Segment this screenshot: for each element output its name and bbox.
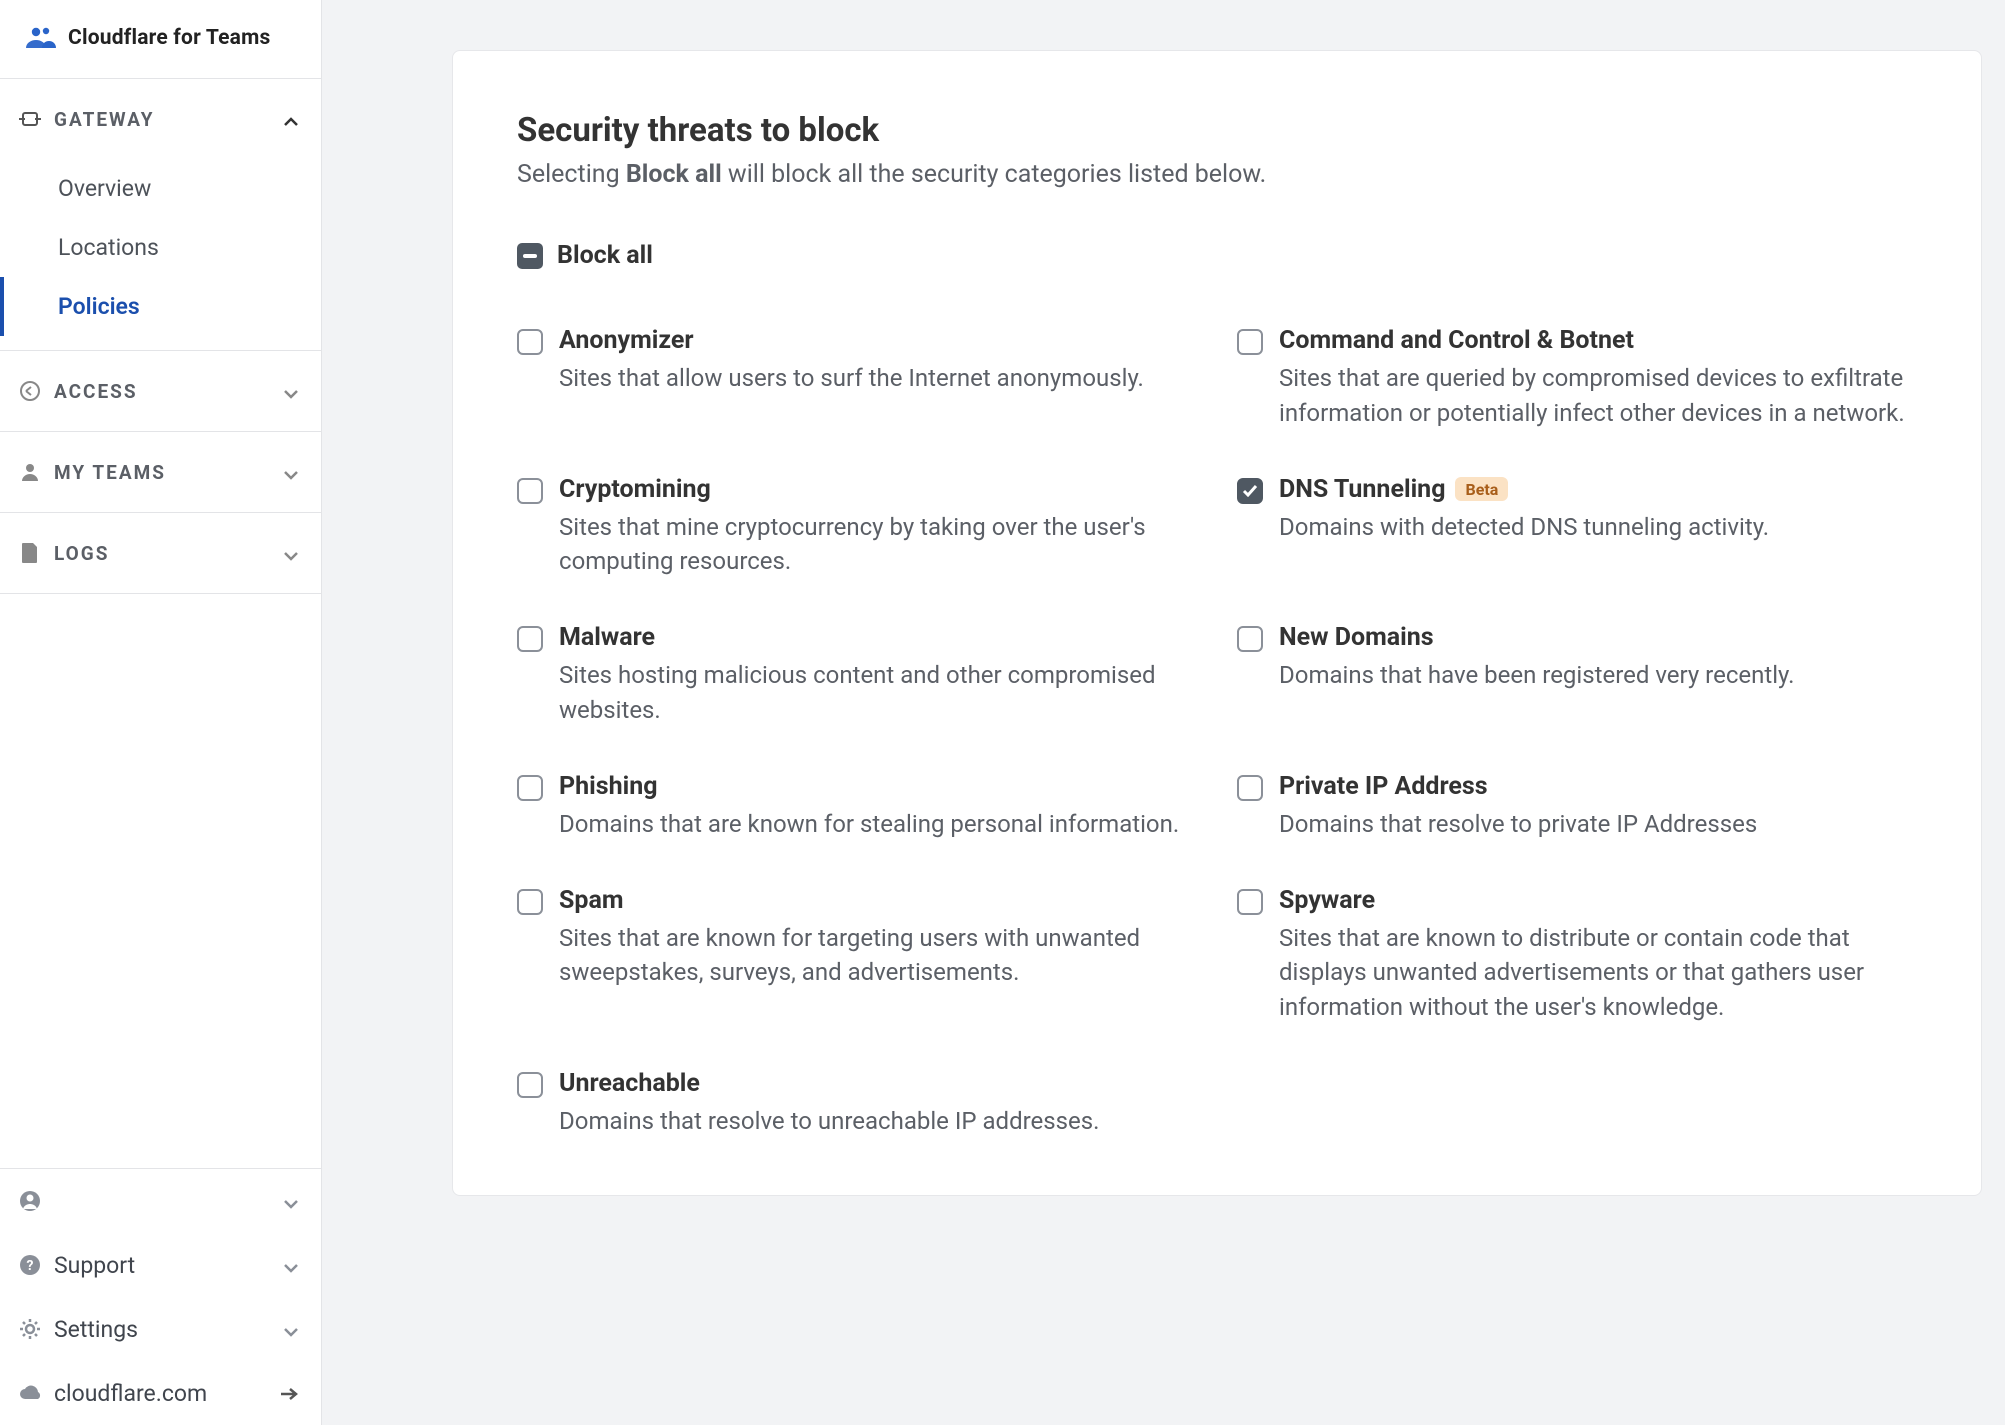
- threat-title: Unreachable: [559, 1069, 700, 1098]
- threat-title: Private IP Address: [1279, 772, 1488, 801]
- footer-support-label: Support: [54, 1252, 283, 1279]
- gateway-icon: [16, 109, 44, 129]
- checkbox-phishing[interactable]: [517, 775, 543, 801]
- checkbox-indeterminate-icon[interactable]: [517, 243, 543, 269]
- threat-desc: Domains that resolve to private IP Addre…: [1279, 807, 1917, 842]
- threat-spyware: Spyware Sites that are known to distribu…: [1237, 886, 1917, 1025]
- sidebar-footer: ? Support Settings cloudflare.com: [0, 1168, 321, 1425]
- threat-desc: Sites that are known for targeting users…: [559, 921, 1197, 991]
- sidebar-item-locations[interactable]: Locations: [0, 218, 321, 277]
- person-icon: [16, 462, 44, 482]
- sidebar-item-overview[interactable]: Overview: [0, 159, 321, 218]
- arrow-right-icon: [279, 1379, 299, 1407]
- nav-label-logs: Logs: [54, 542, 283, 565]
- footer-cloudflare-link[interactable]: cloudflare.com: [0, 1361, 321, 1425]
- beta-badge: Beta: [1455, 477, 1508, 501]
- threat-title: Anonymizer: [559, 326, 694, 355]
- threat-desc: Sites that are queried by compromised de…: [1279, 361, 1917, 431]
- chevron-down-icon: [283, 1251, 299, 1279]
- threat-title: Command and Control & Botnet: [1279, 326, 1634, 355]
- threat-desc: Domains that resolve to unreachable IP a…: [559, 1104, 1197, 1139]
- nav-label-myteams: My Teams: [54, 461, 283, 484]
- threat-phishing: Phishing Domains that are known for stea…: [517, 772, 1197, 842]
- account-icon: [16, 1190, 44, 1212]
- threat-desc: Sites that mine cryptocurrency by taking…: [559, 510, 1197, 580]
- threat-title: Cryptomining: [559, 475, 711, 504]
- threat-desc: Sites that are known to distribute or co…: [1279, 921, 1917, 1025]
- brand-row[interactable]: Cloudflare for Teams: [0, 0, 321, 79]
- threat-desc: Domains that have been registered very r…: [1279, 658, 1917, 693]
- checkbox-spam[interactable]: [517, 889, 543, 915]
- nav-label-gateway: Gateway: [54, 108, 283, 131]
- threat-unreachable: Unreachable Domains that resolve to unre…: [517, 1069, 1197, 1139]
- nav-header-gateway[interactable]: Gateway: [0, 79, 321, 159]
- page-title: Security threats to block: [517, 111, 1917, 150]
- threat-new-domains: New Domains Domains that have been regis…: [1237, 623, 1917, 728]
- page-subtitle: Selecting Block all will block all the s…: [517, 160, 1917, 189]
- chevron-up-icon: [283, 105, 299, 133]
- threat-cryptomining: Cryptomining Sites that mine cryptocurre…: [517, 475, 1197, 580]
- threat-private-ip: Private IP Address Domains that resolve …: [1237, 772, 1917, 842]
- footer-account[interactable]: [0, 1169, 321, 1233]
- nav-header-myteams[interactable]: My Teams: [0, 432, 321, 512]
- threats-grid: Anonymizer Sites that allow users to sur…: [517, 326, 1917, 1139]
- chevron-down-icon: [283, 458, 299, 486]
- threat-title: Spam: [559, 886, 624, 915]
- security-threats-card: Security threats to block Selecting Bloc…: [452, 50, 1982, 1196]
- sidebar-item-policies[interactable]: Policies: [0, 277, 321, 336]
- checkbox-private-ip[interactable]: [1237, 775, 1263, 801]
- cloud-icon: [16, 1385, 44, 1401]
- chevron-down-icon: [283, 377, 299, 405]
- checkbox-cc-botnet[interactable]: [1237, 329, 1263, 355]
- access-icon: [16, 380, 44, 402]
- checkbox-malware[interactable]: [517, 626, 543, 652]
- threat-desc: Sites hosting malicious content and othe…: [559, 658, 1197, 728]
- threat-anonymizer: Anonymizer Sites that allow users to sur…: [517, 326, 1197, 431]
- chevron-down-icon: [283, 1187, 299, 1215]
- threat-malware: Malware Sites hosting malicious content …: [517, 623, 1197, 728]
- footer-support[interactable]: ? Support: [0, 1233, 321, 1297]
- document-icon: [16, 542, 44, 564]
- checkbox-dns-tunneling[interactable]: [1237, 478, 1263, 504]
- subnav-gateway: Overview Locations Policies: [0, 159, 321, 350]
- threat-dns-tunneling: DNS Tunneling Beta Domains with detected…: [1237, 475, 1917, 580]
- main-content: Security threats to block Selecting Bloc…: [322, 0, 2005, 1425]
- chevron-down-icon: [283, 539, 299, 567]
- checkbox-anonymizer[interactable]: [517, 329, 543, 355]
- threat-spam: Spam Sites that are known for targeting …: [517, 886, 1197, 1025]
- nav-section-gateway: Gateway Overview Locations Policies: [0, 79, 321, 351]
- chevron-down-icon: [283, 1315, 299, 1343]
- threat-desc: Sites that allow users to surf the Inter…: [559, 361, 1197, 396]
- teams-logo-icon: [26, 26, 56, 50]
- checkbox-cryptomining[interactable]: [517, 478, 543, 504]
- threat-desc: Domains that are known for stealing pers…: [559, 807, 1197, 842]
- threat-title: Malware: [559, 623, 655, 652]
- threat-title: Phishing: [559, 772, 658, 801]
- block-all-row[interactable]: Block all: [517, 241, 1917, 270]
- threat-desc: Domains with detected DNS tunneling acti…: [1279, 510, 1917, 545]
- block-all-label: Block all: [557, 241, 653, 270]
- checkbox-spyware[interactable]: [1237, 889, 1263, 915]
- gear-icon: [16, 1318, 44, 1340]
- checkbox-unreachable[interactable]: [517, 1072, 543, 1098]
- threat-title: Spyware: [1279, 886, 1375, 915]
- footer-cloudflare-label: cloudflare.com: [54, 1380, 279, 1407]
- threat-title: New Domains: [1279, 623, 1434, 652]
- sidebar: Cloudflare for Teams Gateway Overview Lo…: [0, 0, 322, 1425]
- help-icon: ?: [16, 1254, 44, 1276]
- svg-text:?: ?: [27, 1258, 34, 1274]
- nav-header-logs[interactable]: Logs: [0, 513, 321, 593]
- checkbox-new-domains[interactable]: [1237, 626, 1263, 652]
- nav-label-access: Access: [54, 380, 283, 403]
- nav-header-access[interactable]: Access: [0, 351, 321, 431]
- footer-settings-label: Settings: [54, 1316, 283, 1343]
- brand-text: Cloudflare for Teams: [68, 26, 270, 50]
- threat-cc-botnet: Command and Control & Botnet Sites that …: [1237, 326, 1917, 431]
- footer-settings[interactable]: Settings: [0, 1297, 321, 1361]
- threat-title: DNS Tunneling: [1279, 475, 1445, 504]
